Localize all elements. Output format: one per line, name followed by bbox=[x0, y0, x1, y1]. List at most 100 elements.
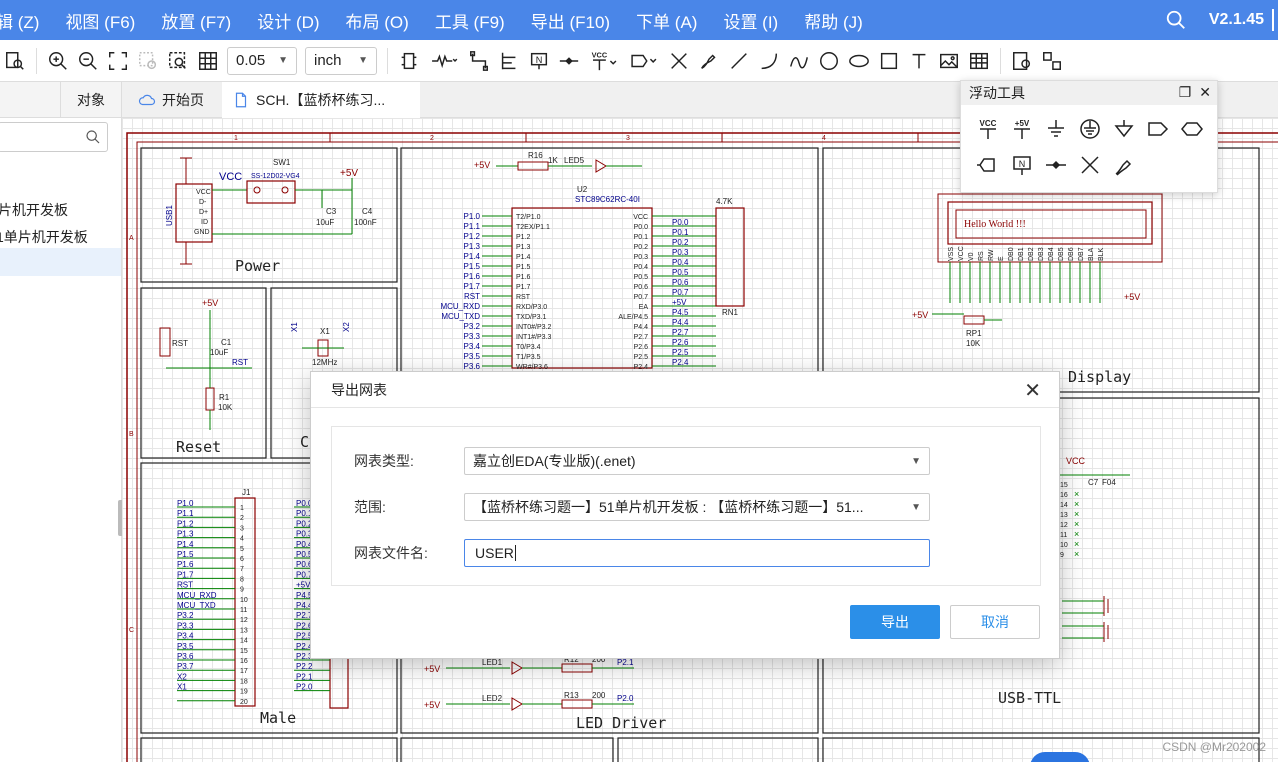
netlist-type-select[interactable]: 嘉立创EDA(专业版)(.enet) ▼ bbox=[464, 447, 930, 475]
no-connect-icon[interactable] bbox=[1073, 153, 1107, 177]
tab-home[interactable]: 开始页 bbox=[128, 82, 214, 118]
arc-icon[interactable] bbox=[754, 46, 784, 76]
menu-place[interactable]: 放置 (F7) bbox=[161, 8, 231, 33]
scope-select[interactable]: 【蓝桥杯练习题一】51单片机开发板 : 【蓝桥杯练习题一】51... ▼ bbox=[464, 493, 930, 521]
pin-number: 19 bbox=[240, 689, 248, 696]
table-icon[interactable] bbox=[964, 46, 994, 76]
wire-icon[interactable] bbox=[424, 46, 464, 76]
zoom-selection-icon[interactable] bbox=[133, 46, 163, 76]
netlist-filename-input[interactable]: USER bbox=[464, 539, 930, 567]
search-icon[interactable] bbox=[1165, 9, 1187, 31]
text-icon[interactable] bbox=[904, 46, 934, 76]
net-port-bidir-icon[interactable] bbox=[1175, 117, 1209, 141]
floating-tools-header[interactable]: 浮动工具 ❐ ✕ bbox=[961, 81, 1217, 105]
mcu-pin-label: EA bbox=[639, 304, 649, 311]
led1-symbol[interactable] bbox=[511, 661, 523, 675]
ellipse-icon[interactable] bbox=[844, 46, 874, 76]
filename-row: 网表文件名: USER bbox=[354, 539, 1034, 567]
power-vcc-icon[interactable]: VCC bbox=[971, 117, 1005, 141]
find-component-icon[interactable] bbox=[0, 46, 30, 76]
tree-item-selected[interactable] bbox=[0, 248, 121, 276]
unit-select[interactable]: inch ▼ bbox=[305, 46, 377, 75]
pin-number: 16 bbox=[240, 658, 248, 665]
bus-entry-icon[interactable] bbox=[494, 46, 524, 76]
component-icon[interactable] bbox=[394, 46, 424, 76]
usb-connector[interactable]: USB1 VCC D- D+ ID GND bbox=[165, 183, 213, 243]
net-port-in-icon[interactable] bbox=[971, 153, 1005, 177]
usb-pin: ID bbox=[201, 219, 208, 226]
power-5v-icon[interactable]: +5V bbox=[1005, 117, 1039, 141]
design-manager-icon[interactable] bbox=[1007, 46, 1037, 76]
tab-project[interactable] bbox=[0, 82, 61, 117]
block-title-display: Display bbox=[1068, 368, 1131, 386]
power-vcc-icon[interactable]: VCC bbox=[584, 46, 624, 76]
p21-net: P2.1 bbox=[617, 658, 634, 667]
bezier-icon[interactable] bbox=[784, 46, 814, 76]
grid-size-select[interactable]: 0.05 ▼ bbox=[227, 46, 297, 75]
image-icon[interactable] bbox=[934, 46, 964, 76]
restore-icon[interactable]: ❐ bbox=[1179, 84, 1192, 101]
signal-ground-icon[interactable] bbox=[1107, 117, 1141, 141]
line-icon[interactable] bbox=[724, 46, 754, 76]
net-label: +5V bbox=[672, 298, 687, 307]
zoom-area-icon[interactable] bbox=[163, 46, 193, 76]
bus-icon[interactable] bbox=[464, 46, 494, 76]
resistor-r12[interactable] bbox=[561, 663, 593, 673]
no-connect-icon[interactable] bbox=[664, 46, 694, 76]
version-label: V2.1.45 bbox=[1208, 11, 1264, 28]
potentiometer-rp1[interactable] bbox=[963, 315, 985, 325]
led2-symbol[interactable] bbox=[511, 697, 523, 711]
block-title-usb-ttl: USB-TTL bbox=[998, 689, 1061, 707]
zoom-out-icon[interactable] bbox=[73, 46, 103, 76]
usb-ttl-pins: 15 16 × 14 × 13 × 12 × 11 × 10 × 9 × bbox=[1060, 482, 1079, 559]
resistor-r16[interactable] bbox=[517, 161, 549, 171]
lcd-pins: VSS VCC V0 RS RW E DB0 DB1 DB2 DB3 DB4 DB5 DB6 DB7 BLA… bbox=[948, 246, 1105, 303]
net-flag-icon[interactable] bbox=[1039, 153, 1073, 177]
pin-number: 12 bbox=[1060, 522, 1068, 529]
menu-order[interactable]: 下单 (A) bbox=[636, 8, 697, 33]
tab-schematic[interactable]: SCH.【蓝桥杯练习... bbox=[222, 82, 420, 118]
net-label-icon[interactable]: N bbox=[1005, 153, 1039, 177]
mcu-pin-label: P1.3 bbox=[516, 244, 531, 251]
tree-item-project[interactable]: 片机开发板 bbox=[0, 200, 68, 220]
menu-help[interactable]: 帮助 (J) bbox=[804, 8, 863, 33]
close-icon[interactable]: ✕ bbox=[1199, 84, 1211, 101]
mcu-pin-label: INT0#/P3.2 bbox=[516, 324, 552, 331]
zoom-in-icon[interactable] bbox=[43, 46, 73, 76]
menu-export[interactable]: 导出 (F10) bbox=[531, 8, 610, 33]
close-icon[interactable]: ✕ bbox=[1024, 378, 1041, 403]
cancel-button[interactable]: 取消 bbox=[950, 605, 1040, 639]
net-label-icon[interactable]: N bbox=[524, 46, 554, 76]
menu-tools[interactable]: 工具 (F9) bbox=[435, 8, 505, 33]
help-floating-button[interactable] bbox=[1030, 752, 1090, 762]
net-port-out-icon[interactable] bbox=[1141, 117, 1175, 141]
object-search-input[interactable] bbox=[0, 122, 108, 152]
probe-icon[interactable] bbox=[1107, 153, 1141, 177]
fit-view-icon[interactable] bbox=[103, 46, 133, 76]
probe-icon[interactable] bbox=[694, 46, 724, 76]
net-flag-icon[interactable] bbox=[624, 46, 664, 76]
pin-number: 15 bbox=[1060, 482, 1068, 489]
menu-design[interactable]: 设计 (D) bbox=[257, 8, 319, 33]
tree-item-schematic[interactable]: 1单片机开发板 bbox=[0, 227, 88, 247]
circle-icon[interactable] bbox=[814, 46, 844, 76]
net-label: P0.4 bbox=[672, 258, 689, 267]
menu-layout[interactable]: 布局 (O) bbox=[346, 8, 409, 33]
earth-ground-icon[interactable] bbox=[1073, 117, 1107, 141]
header-j2[interactable] bbox=[329, 653, 349, 709]
menu-settings[interactable]: 设置 (I) bbox=[723, 8, 778, 33]
resistor-r1[interactable] bbox=[205, 387, 215, 411]
resistor-r13[interactable] bbox=[561, 699, 593, 709]
export-button[interactable]: 导出 bbox=[850, 605, 940, 639]
mcu-pin-label: T2EX/P1.1 bbox=[516, 224, 550, 231]
tab-object[interactable]: 对象 bbox=[61, 82, 121, 117]
menu-edit[interactable]: 辑 (Z) bbox=[0, 8, 39, 33]
more-tools-icon[interactable] bbox=[1037, 46, 1067, 76]
grid-icon[interactable] bbox=[193, 46, 223, 76]
resistor-network-rn1[interactable] bbox=[715, 207, 745, 307]
menu-view[interactable]: 视图 (F6) bbox=[65, 8, 135, 33]
reset-button[interactable] bbox=[159, 327, 171, 357]
ground-icon[interactable] bbox=[1039, 117, 1073, 141]
rectangle-icon[interactable] bbox=[874, 46, 904, 76]
net-port-icon[interactable] bbox=[554, 46, 584, 76]
